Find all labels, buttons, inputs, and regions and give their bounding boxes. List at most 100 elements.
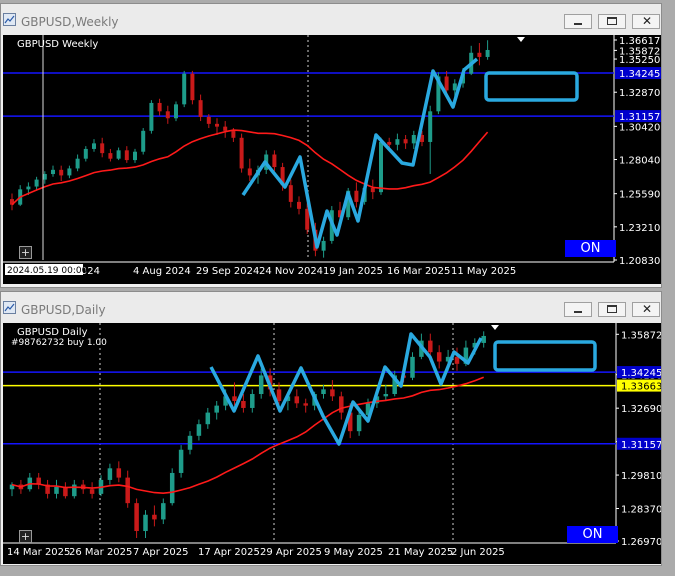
candle-body (272, 154, 277, 168)
candle-body (198, 100, 203, 117)
candle-body (107, 468, 113, 480)
close-button[interactable]: ✕ (632, 302, 660, 317)
candle-body (165, 111, 170, 119)
date-label: 24 Nov 2024 (259, 266, 323, 277)
date-label: 7 Apr 2025 (133, 547, 188, 558)
candle-body (330, 389, 335, 397)
maximize-button[interactable] (598, 14, 626, 29)
date-label: 17 Apr 2025 (198, 547, 260, 558)
candle-body (133, 151, 137, 161)
candle-body (161, 503, 166, 520)
crosshair-plus-button[interactable]: + (19, 246, 32, 259)
candle-body (403, 139, 408, 144)
price-label: 1.35872 (621, 330, 661, 341)
candle-body (205, 412, 211, 425)
candle-body (370, 187, 375, 193)
candle-body (231, 130, 236, 138)
date-label: 9 May 2025 (324, 547, 383, 558)
candle-body (100, 143, 105, 154)
daily-on-button[interactable]: ON (567, 526, 618, 543)
weekly-on-button[interactable]: ON (565, 240, 616, 257)
candle-body (276, 389, 282, 401)
date-label: 4 Aug 2024 (133, 266, 191, 277)
candle-body (214, 405, 219, 413)
crosshair-plus-button[interactable]: + (19, 530, 32, 543)
candle-body (250, 394, 255, 408)
candle-body (477, 52, 482, 57)
candle-body (174, 104, 178, 119)
price-tag-label: 1.31157 (619, 112, 660, 123)
date-label: 29 Sep 2024 (196, 266, 259, 277)
date-label: 14 Mar 2025 (7, 547, 70, 558)
price-tag-label: 1.31157 (621, 440, 661, 451)
candle-body (116, 150, 121, 159)
close-icon: ✕ (642, 14, 653, 28)
zigzag-annotation (241, 57, 479, 249)
candle-body (34, 179, 39, 187)
candle-body (288, 185, 293, 202)
candle-body (485, 49, 490, 57)
chart-app-icon (3, 301, 16, 314)
maximize-button[interactable] (598, 302, 626, 317)
candle-body (206, 116, 211, 124)
price-tag-label: 1.34245 (619, 69, 660, 80)
price-tag-label: 1.34245 (621, 368, 661, 379)
candle-body (321, 240, 326, 251)
candle-body (215, 123, 219, 127)
candle-body (444, 76, 449, 91)
daily-chart-window[interactable]: GBPUSD,Daily ✕ 1.358721.341301.326901.31… (0, 291, 662, 566)
daily-chart-canvas[interactable]: 1.358721.341301.326901.312501.298101.283… (3, 323, 661, 564)
candle-body (134, 503, 139, 532)
candle-body (67, 168, 72, 176)
candle-body (428, 111, 433, 142)
weekly-chart-canvas[interactable]: 1.36617 1.35872 1.35250 1.32870 1.30420 1.280… (3, 35, 661, 284)
maximize-icon (607, 17, 617, 25)
candle-body (26, 186, 31, 190)
candle-body (92, 143, 96, 149)
daily-titlebar[interactable]: GBPUSD,Daily ✕ (1, 292, 661, 323)
minimize-button[interactable] (564, 302, 592, 317)
date-label: 26 Mar 2025 (69, 547, 132, 558)
price-label: 1.26970 (621, 537, 661, 548)
candle-body (116, 468, 122, 478)
candle-body (356, 414, 362, 432)
candle-body (383, 394, 389, 397)
candle-body (187, 435, 193, 450)
price-label: 1.23210 (619, 223, 660, 234)
candle-body (354, 190, 359, 202)
price-label: 1.30420 (619, 122, 660, 133)
candle-body (436, 352, 442, 362)
daily-chart-svg[interactable]: 1.358721.341301.326901.312501.298101.283… (3, 323, 661, 564)
date-label: 19 Jan 2025 (323, 266, 383, 277)
candle-body (149, 102, 154, 131)
candle-body (152, 514, 157, 520)
candle-body (303, 403, 308, 406)
candle-body (182, 73, 187, 105)
chart-app-icon (3, 13, 16, 26)
weekly-chart-window[interactable]: GBPUSD,Weekly ✕ 1.36617 1.35872 1.35250 1.3… (0, 3, 662, 288)
price-label: 1.36617 (619, 36, 660, 47)
weekly-chart-svg[interactable]: 1.366171.358721.352501.328701.304201.280… (3, 35, 661, 284)
candle-body (196, 424, 202, 436)
candle-body (239, 137, 244, 169)
date-label: 16 Mar 2025 (387, 266, 450, 277)
price-tag-label: 1.33663 (621, 382, 661, 393)
candle-body (178, 449, 184, 473)
candle-body (411, 134, 416, 144)
close-button[interactable]: ✕ (632, 14, 660, 29)
candle-body (125, 477, 130, 504)
maximize-icon (607, 305, 617, 313)
candle-body (54, 486, 59, 494)
candle-body (294, 396, 300, 404)
weekly-symbol-label: GBPUSD Weekly (17, 39, 99, 50)
price-label: 1.28040 (619, 156, 660, 167)
weekly-titlebar[interactable]: GBPUSD,Weekly ✕ (1, 4, 661, 35)
date-label: 29 Apr 2025 (260, 547, 322, 558)
date-label: 11 May 2025 (451, 266, 516, 277)
candle-body (410, 356, 415, 378)
minimize-button[interactable] (564, 14, 592, 29)
candle-body (321, 389, 326, 395)
candle-body (190, 73, 195, 101)
candle-body (72, 484, 77, 497)
candle-body (169, 472, 175, 504)
